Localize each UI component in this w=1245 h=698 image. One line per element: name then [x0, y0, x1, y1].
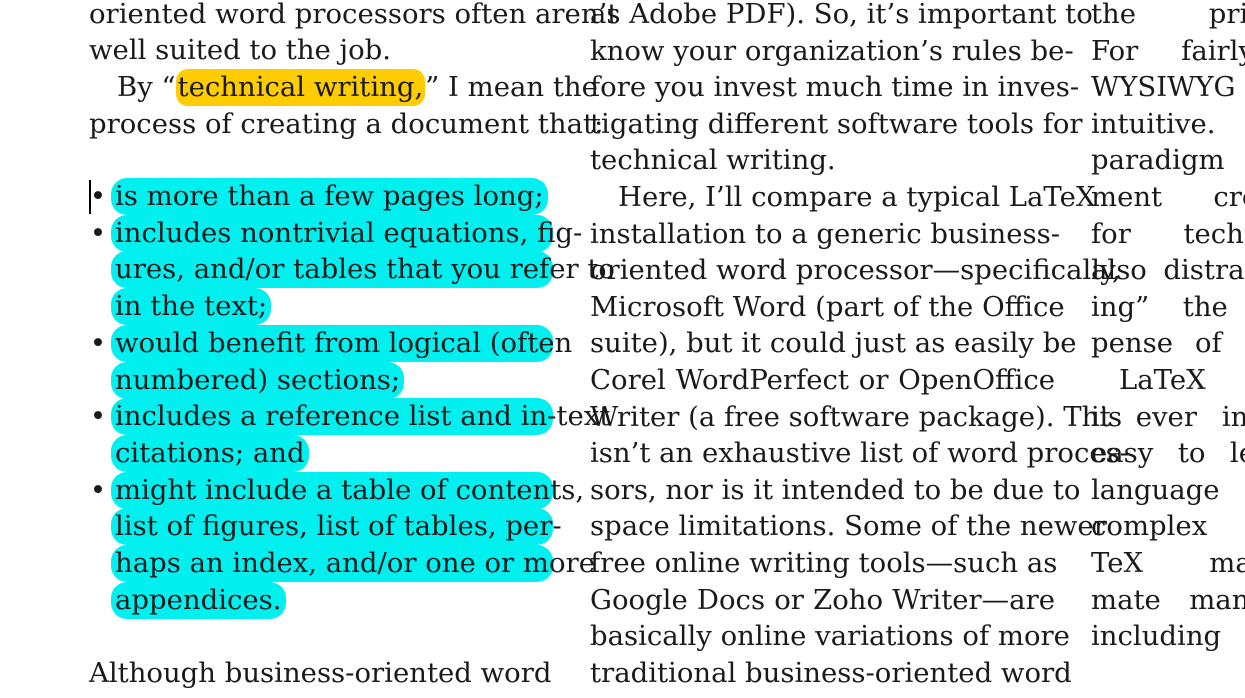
paragraph-line[interactable]: ing” the doc — [1091, 289, 1245, 326]
paragraph-line[interactable]: isn’t an exhaustive list of word proces- — [590, 435, 1129, 472]
list-item-line[interactable]: ures, and/or tables that you refer to — [89, 251, 615, 289]
cyan-highlight[interactable]: numbered) sections; — [111, 361, 405, 399]
paragraph-line[interactable]: pense of cond — [1091, 325, 1245, 362]
bullet-icon: • — [89, 473, 107, 506]
cyan-highlight[interactable]: might include a table of contents, — [111, 471, 584, 509]
paragraph-line[interactable]: easy to learn, — [1091, 435, 1245, 472]
paragraph-line[interactable]: free online writing tools—such as — [590, 545, 1057, 582]
text-cursor — [89, 180, 91, 214]
paragraph-line[interactable]: intuitive. H — [1091, 106, 1245, 143]
paragraph-line[interactable]: Google Docs or Zoho Writer—are — [590, 582, 1055, 619]
paragraph-line[interactable]: TeX macros — [1091, 545, 1245, 582]
paragraph-line[interactable]: paradigm pla — [1091, 142, 1245, 179]
paragraph-line[interactable]: process of creating a document that: — [89, 106, 603, 143]
list-item-line[interactable]: • includes nontrivial equations, fig- — [89, 214, 582, 252]
list-item-line[interactable]: numbered) sections; — [89, 361, 553, 399]
paragraph-line[interactable]: By “ technical writing, ” I mean the — [117, 69, 598, 106]
yellow-highlight[interactable]: technical writing, — [175, 69, 426, 106]
list-item-line[interactable]: • includes a reference list and in-text — [89, 398, 610, 436]
paragraph-line[interactable]: oriented word processor—specifically, — [590, 252, 1121, 289]
paragraph-line[interactable]: Corel WordPerfect or OpenOffice — [590, 362, 1055, 399]
paragraph-line[interactable]: LaTeX isn — [1119, 362, 1245, 399]
paragraph-line[interactable]: tigating different software tools for — [590, 106, 1083, 143]
text-run: By “ — [117, 71, 176, 103]
list-item-line[interactable]: • is more than a few pages long; — [89, 178, 553, 215]
bullet-icon: • — [89, 400, 107, 433]
cyan-highlight[interactable]: citations; and — [111, 434, 309, 472]
paragraph-line[interactable]: fore you invest much time in inves- — [590, 69, 1079, 106]
paragraph-line[interactable]: space limitations. Some of the newer — [590, 508, 1107, 545]
paragraph-line[interactable]: sors, nor is it intended to be due to — [590, 472, 1080, 509]
cyan-highlight[interactable]: list of figures, list of tables, per- — [111, 508, 562, 546]
list-item-line[interactable]: appendices. — [89, 581, 553, 619]
paragraph-line[interactable]: the printed — [1091, 0, 1245, 33]
paragraph-line[interactable]: technical writing. — [590, 142, 836, 179]
paragraph-line[interactable]: well suited to the job. — [89, 32, 391, 69]
list-item-line[interactable]: in the text; — [89, 288, 553, 326]
paragraph-line[interactable]: basically online variations of more — [590, 618, 1070, 655]
paragraph-line[interactable]: complex doc — [1091, 508, 1245, 545]
cyan-highlight[interactable]: includes nontrivial equations, fig- — [111, 214, 582, 252]
cyan-highlight[interactable]: appendices. — [111, 581, 286, 619]
paragraph-line[interactable]: Here, I’ll compare a typical LaTeX — [618, 179, 1095, 216]
paragraph-line[interactable]: including — [1091, 618, 1221, 655]
paragraph-line[interactable]: for technical — [1091, 216, 1245, 253]
list-item-line[interactable]: • might include a table of contents, — [89, 471, 584, 509]
bullet-icon: • — [89, 180, 107, 212]
list-item-line[interactable]: citations; and — [89, 434, 553, 472]
cyan-highlight[interactable]: is more than a few pages long; — [111, 178, 548, 215]
paragraph-line[interactable]: Microsoft Word (part of the Office — [590, 289, 1065, 326]
cyan-highlight[interactable]: haps an index, and/or one or more — [111, 545, 595, 582]
text-column-3: the printedFor fairly sWYSIWYGintuitive.… — [1091, 0, 1245, 698]
document-page: oriented word processors often aren’t we… — [0, 0, 1245, 698]
text-run: ” I mean the — [425, 71, 598, 103]
list-item-line[interactable]: haps an index, and/or one or more — [89, 545, 595, 582]
bullet-icon: • — [89, 216, 107, 249]
cyan-highlight[interactable]: would benefit from logical (often — [111, 324, 572, 362]
list-item-line[interactable]: list of figures, list of tables, per- — [89, 508, 562, 546]
paragraph-line[interactable]: suite), but it could just as easily be — [590, 325, 1077, 362]
paragraph-line[interactable]: know your organization’s rules be- — [590, 33, 1074, 70]
list-item-line[interactable]: • would benefit from logical (often — [89, 324, 572, 362]
paragraph-line[interactable]: installation to a generic business- — [590, 216, 1060, 253]
paragraph-line[interactable]: For fairly s — [1091, 33, 1245, 70]
paragraph-line[interactable]: as Adobe PDF). So, it’s important to — [590, 0, 1093, 33]
bullet-icon: • — [89, 326, 107, 359]
paragraph-line[interactable]: also distract w — [1091, 252, 1245, 289]
cyan-highlight[interactable]: ures, and/or tables that you refer to — [111, 251, 615, 289]
paragraph-line[interactable]: Although business-oriented word — [89, 655, 553, 692]
paragraph-line[interactable]: ment creatio — [1091, 179, 1245, 216]
cyan-highlight[interactable]: in the text; — [111, 288, 272, 326]
paragraph-line[interactable]: WYSIWYG — [1091, 69, 1245, 106]
cyan-highlight[interactable]: includes a reference list and in-text — [111, 398, 610, 436]
paragraph-line[interactable]: mate many b — [1091, 582, 1245, 619]
paragraph-line[interactable]: language fo — [1091, 472, 1245, 509]
paragraph-line[interactable]: it ever intend — [1091, 399, 1245, 436]
paragraph-line[interactable]: traditional business-oriented word — [590, 655, 1072, 692]
paragraph-line[interactable]: oriented word processors often aren’t — [89, 0, 618, 33]
paragraph-line[interactable]: Writer (a free software package). This — [590, 399, 1122, 436]
